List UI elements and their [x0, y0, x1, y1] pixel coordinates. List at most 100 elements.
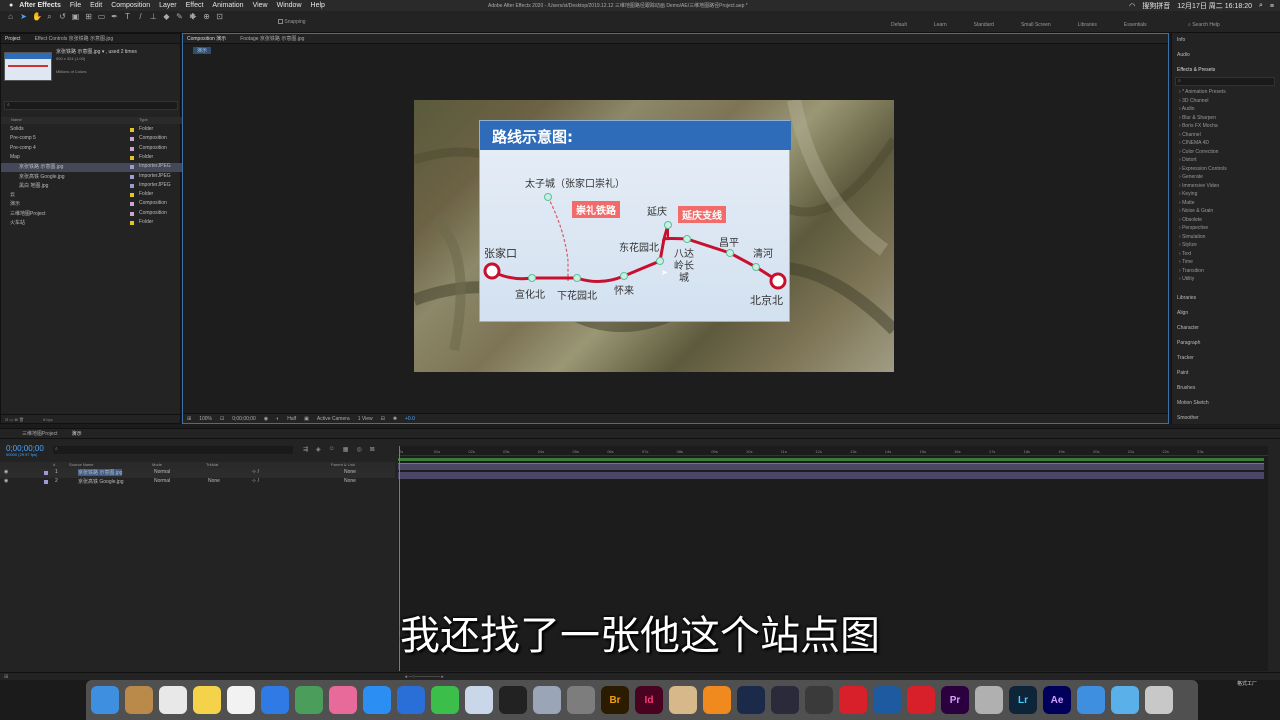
project-item[interactable]: Map Folder	[1, 154, 182, 163]
ime-indicator[interactable]: 搜狗拼音	[1142, 1, 1170, 11]
menu-window[interactable]: Window	[277, 2, 302, 9]
menu-effect[interactable]: Effect	[186, 2, 204, 9]
clone-tool-icon[interactable]: ⊥	[149, 12, 158, 21]
panel-header[interactable]: Character	[1177, 325, 1199, 331]
effect-category[interactable]: › 3D Channel	[1179, 98, 1208, 104]
timeline-layer-row[interactable]: ◉ 1 京张铁路 示意图.jpg Normal ⊹ / None	[0, 469, 395, 478]
comp-flowchart-icon[interactable]: ⇶	[303, 446, 308, 453]
column-source-name[interactable]: Source Name	[69, 462, 93, 467]
camera-tool-icon[interactable]: ▣	[71, 12, 80, 21]
dock-app-keynote-icon[interactable]	[397, 686, 425, 714]
panel-header[interactable]: Tracker	[1177, 355, 1194, 361]
project-item[interactable]: 火车站 Folder	[1, 219, 182, 228]
delete-icon[interactable]: 🗑	[19, 417, 24, 422]
dock-app-chrome-icon[interactable]	[295, 686, 323, 714]
layer-parent-select[interactable]: None	[344, 478, 356, 484]
comp-canvas[interactable]: 路线示意图: 太子城（张家口崇礼） 张家口 宣化北 下花园北 怀来 东花园北 延…	[414, 100, 894, 372]
work-area-bar[interactable]	[398, 458, 1264, 461]
effect-category[interactable]: › Stylize	[1179, 242, 1197, 248]
layer-mode-select[interactable]: Normal	[154, 469, 170, 475]
menu-edit[interactable]: Edit	[90, 2, 102, 9]
effect-category[interactable]: › Transition	[1179, 268, 1204, 274]
eye-icon[interactable]: ◉	[4, 469, 8, 475]
layer-bar-2[interactable]	[398, 472, 1264, 479]
dock-app-stickies-icon[interactable]	[193, 686, 221, 714]
dock-app-vlc-icon[interactable]	[703, 686, 731, 714]
exposure-icon[interactable]: ✺	[393, 416, 397, 422]
project-item[interactable]: 黑白 地图.jpg ImporterJPEG	[1, 182, 182, 191]
dock-app-qq-icon[interactable]	[499, 686, 527, 714]
label-color-swatch[interactable]	[130, 146, 134, 151]
rectangle-tool-icon[interactable]: ▭	[97, 12, 106, 21]
layer-color-swatch[interactable]	[44, 471, 48, 475]
layer-bar-1[interactable]	[398, 463, 1264, 470]
workspace-standard[interactable]: Standard	[974, 22, 994, 28]
workspace-libraries[interactable]: Libraries	[1078, 22, 1097, 28]
toggle-switches-icon[interactable]: ⊞	[4, 674, 8, 680]
effect-category[interactable]: › Text	[1179, 251, 1191, 257]
dock-app-cc-icon[interactable]	[907, 686, 935, 714]
effect-category[interactable]: › Perspective	[1179, 225, 1208, 231]
project-item[interactable]: Pre-comp 5 Composition	[1, 135, 182, 144]
app-menu[interactable]: After Effects	[19, 2, 61, 9]
effects-panel-header[interactable]: Effects & Presets	[1177, 67, 1215, 73]
effect-category[interactable]: › Blur & Sharpen	[1179, 115, 1216, 121]
workspace-small-screen[interactable]: Small Screen	[1021, 22, 1051, 28]
column-trkmat[interactable]: TrkMat	[206, 462, 218, 467]
project-item[interactable]: 三维地图Project Composition	[1, 210, 182, 219]
grid-icon[interactable]: ⊡	[220, 416, 224, 422]
shy-icon[interactable]: ☺	[329, 446, 335, 453]
dock-app-fcp-icon[interactable]	[805, 686, 833, 714]
dock-app-app-store-icon[interactable]	[363, 686, 391, 714]
column-name[interactable]: Name	[11, 117, 22, 122]
effect-category[interactable]: › Time	[1179, 259, 1193, 265]
label-color-swatch[interactable]	[130, 155, 134, 160]
fast-preview-icon[interactable]: ⊟	[381, 416, 385, 422]
layer-parent-select[interactable]: None	[344, 469, 356, 475]
type-tool-icon[interactable]: T	[123, 12, 132, 21]
layer-trkmat-select[interactable]: None	[208, 478, 220, 484]
effect-category[interactable]: › Obsolete	[1179, 217, 1202, 223]
view-axis-icon[interactable]: ⊡	[215, 12, 224, 21]
menu-list-icon[interactable]: ≡	[1270, 3, 1274, 10]
roto-tool-icon[interactable]: ✎	[175, 12, 184, 21]
layer-source-name[interactable]: 京张铁路 示意图.jpg	[78, 469, 123, 476]
effect-category[interactable]: › Utility	[1179, 276, 1194, 282]
label-color-swatch[interactable]	[130, 202, 134, 207]
panel-header[interactable]: Libraries	[1177, 295, 1196, 301]
frame-blend-icon[interactable]: ▦	[343, 446, 349, 453]
project-item[interactable]: 京张铁路 示意图.jpg ImporterJPEG	[1, 163, 182, 173]
column-parent[interactable]: Parent & Link	[331, 462, 355, 467]
zoom-tool-icon[interactable]: ⌕	[45, 12, 54, 21]
tab-footage[interactable]: Footage 京张铁路 示意图.jpg	[240, 35, 304, 42]
dock-app-finder-icon[interactable]	[91, 686, 119, 714]
dock-app-reminders-icon[interactable]	[227, 686, 255, 714]
pen-tool-icon[interactable]: ✒	[110, 12, 119, 21]
dock-app-safari-icon[interactable]	[1077, 686, 1105, 714]
timeline-layer-row[interactable]: ◉ 2 京张高铁 Google.jpg Normal None ⊹ / None	[0, 478, 395, 487]
dock-app-pro-icon[interactable]	[975, 686, 1003, 714]
hand-tool-icon[interactable]: ✋	[32, 12, 42, 21]
layer-switches[interactable]: ⊹ /	[252, 469, 259, 475]
label-color-swatch[interactable]	[130, 128, 134, 132]
resolution-select[interactable]: Half	[287, 416, 296, 422]
eraser-tool-icon[interactable]: ◆	[162, 12, 171, 21]
timeline-search-input[interactable]: ⌕	[53, 446, 293, 454]
dock-app-netease-icon[interactable]	[839, 686, 867, 714]
apple-menu-icon[interactable]: ●	[9, 2, 13, 9]
wifi-icon[interactable]: ◠	[1129, 2, 1135, 10]
tab-effect-controls[interactable]: Effect Controls 京张铁路 示意图.jpg	[35, 35, 114, 42]
dock-app-launchpad-icon[interactable]	[533, 686, 561, 714]
preview-toggle-icon[interactable]: ⊞	[187, 416, 191, 422]
tab-composition[interactable]: Composition 演示	[187, 35, 226, 42]
layer-switches[interactable]: ⊹ /	[252, 478, 259, 484]
effect-category[interactable]: › Matte	[1179, 200, 1195, 206]
pan-behind-tool-icon[interactable]: ⊞	[84, 12, 93, 21]
dock-app-id-icon[interactable]: Id	[635, 686, 663, 714]
clock[interactable]: 12月17日 周二 16:18:20	[1177, 1, 1252, 11]
panel-header[interactable]: Brushes	[1177, 385, 1195, 391]
workspace-learn[interactable]: Learn	[934, 22, 947, 28]
column-mode[interactable]: Mode	[152, 462, 162, 467]
roi-icon[interactable]: ▣	[304, 416, 309, 422]
info-panel-header[interactable]: Info	[1177, 37, 1185, 43]
